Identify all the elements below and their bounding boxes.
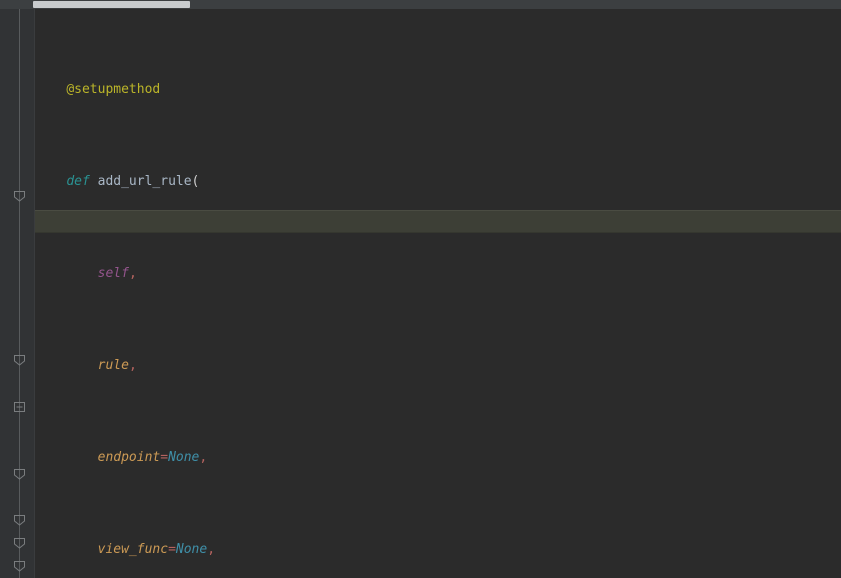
fold-expand-icon[interactable] (11, 558, 28, 575)
parameter-token: view_func (97, 542, 169, 557)
editor-gutter[interactable] (0, 0, 35, 578)
fold-collapse-icon[interactable] (11, 512, 28, 529)
fold-collapse-icon[interactable] (11, 188, 28, 205)
code-line[interactable]: self, (35, 262, 841, 285)
decorator-token: @setupmethod (66, 82, 161, 97)
none-literal-token: None (175, 542, 208, 557)
code-line[interactable]: view_func=None, (35, 538, 841, 561)
fold-expand-icon[interactable] (11, 398, 28, 415)
horizontal-scrollbar-thumb[interactable] (33, 1, 190, 8)
code-line[interactable]: endpoint=None, (35, 446, 841, 469)
parameter-token: rule (97, 358, 129, 373)
code-text-area[interactable]: @setupmethod def add_url_rule( self, rul… (35, 9, 841, 578)
keyword-token: def (66, 174, 90, 189)
gutter-divider (34, 0, 35, 578)
fold-collapse-icon[interactable] (11, 466, 28, 483)
fold-expand-icon[interactable] (11, 535, 28, 552)
horizontal-scrollbar-track[interactable] (0, 0, 841, 9)
code-line[interactable]: @setupmethod (35, 78, 841, 101)
fold-collapse-icon[interactable] (11, 352, 28, 369)
indent-guide-line (19, 9, 20, 578)
function-name-token: add_url_rule (97, 174, 192, 189)
code-line[interactable]: def add_url_rule( (35, 170, 841, 193)
code-editor[interactable]: @setupmethod def add_url_rule( self, rul… (0, 0, 841, 578)
code-line[interactable]: rule, (35, 354, 841, 377)
parameter-token: endpoint (97, 450, 161, 465)
self-token: self (97, 266, 129, 281)
none-literal-token: None (168, 450, 200, 465)
